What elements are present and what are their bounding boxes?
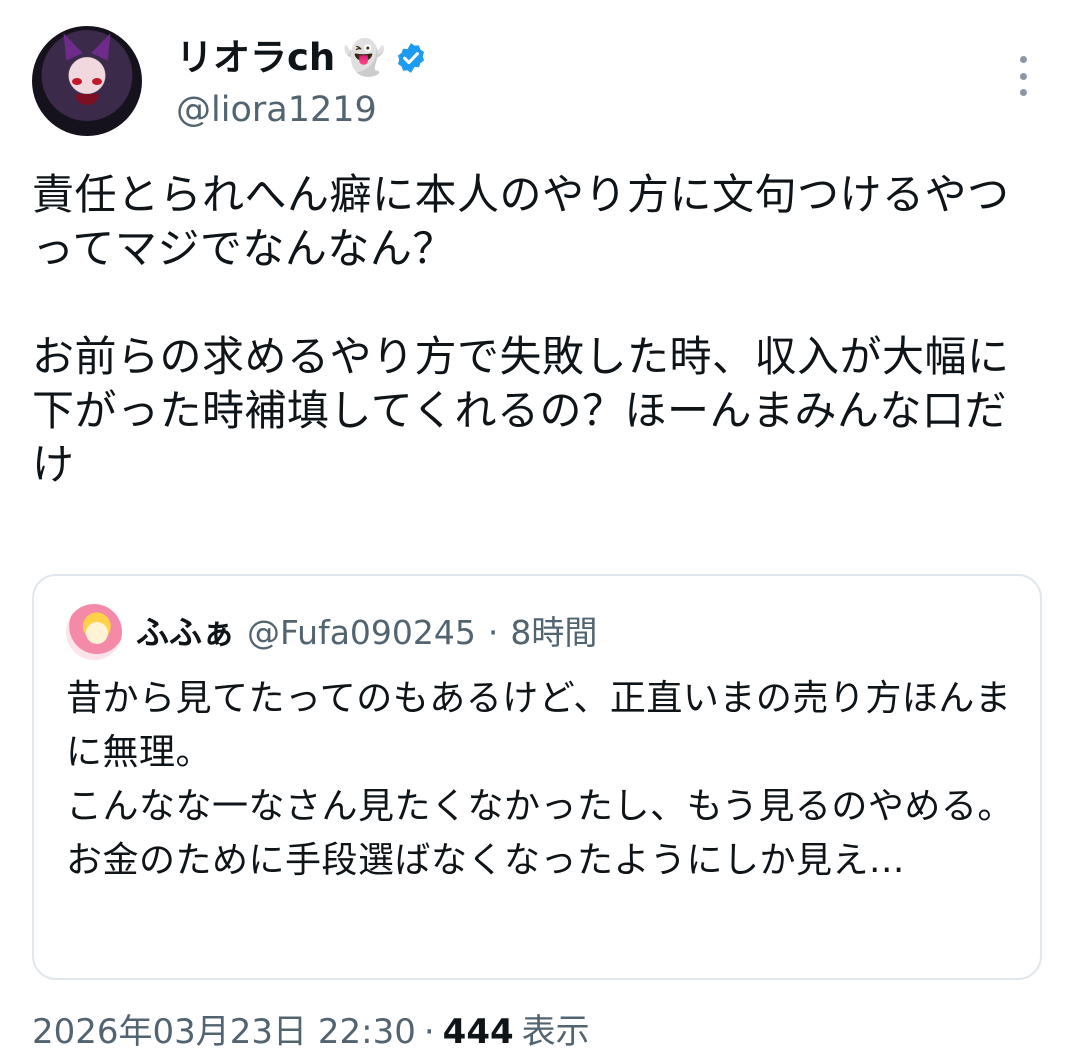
- views-label: 表示: [521, 1012, 590, 1052]
- tweet-text: 責任とられへん癖に本人のやり方に文句つけるやつってマジでなんなん？ お前らの求め…: [32, 170, 1010, 489]
- verified-badge-icon: [394, 41, 428, 75]
- quoted-author-handle[interactable]: @Fufa090245: [247, 613, 476, 652]
- mouth: [75, 94, 99, 105]
- quoted-tweet-text: 昔から見てたってのもあるけど、正直いまの売り方ほんまに無理。 こんなな一なさん見…: [66, 678, 1014, 881]
- tweet-footer: 2026年03月23日 22:30 · 444 表示: [32, 1004, 590, 1053]
- views-count: 444: [442, 1012, 514, 1052]
- ghost-emoji: 👻: [343, 38, 386, 78]
- eye-left: [72, 78, 82, 85]
- horn-left: [55, 29, 83, 61]
- author-avatar[interactable]: [32, 26, 142, 136]
- quoted-separator: ·: [487, 613, 499, 652]
- quoted-tweet-header: ふふぁ @Fufa090245 · 8時間: [136, 606, 597, 654]
- dot: [1019, 56, 1027, 63]
- more-options-icon[interactable]: [1012, 56, 1034, 96]
- tweet-timestamp[interactable]: 2026年03月23日 22:30: [32, 1004, 416, 1053]
- quoted-time[interactable]: 8時間: [510, 606, 597, 654]
- quoted-author-avatar[interactable]: [66, 604, 122, 660]
- quoted-tweet-card[interactable]: ふふぁ @Fufa090245 · 8時間 昔から見てたってのもあるけど、正直い…: [32, 574, 1042, 980]
- author-handle[interactable]: @liora1219: [176, 88, 377, 132]
- eye-right: [92, 78, 102, 85]
- quoted-author-name[interactable]: ふふぁ: [136, 606, 235, 654]
- quoted-avatar-face: [86, 622, 108, 644]
- author-name-row: リオラch 👻: [176, 36, 428, 80]
- dot: [1019, 89, 1027, 96]
- footer-separator: ·: [423, 1012, 435, 1052]
- horn-right: [91, 29, 119, 61]
- author-display-name[interactable]: リオラch: [176, 36, 335, 80]
- dot: [1019, 72, 1027, 80]
